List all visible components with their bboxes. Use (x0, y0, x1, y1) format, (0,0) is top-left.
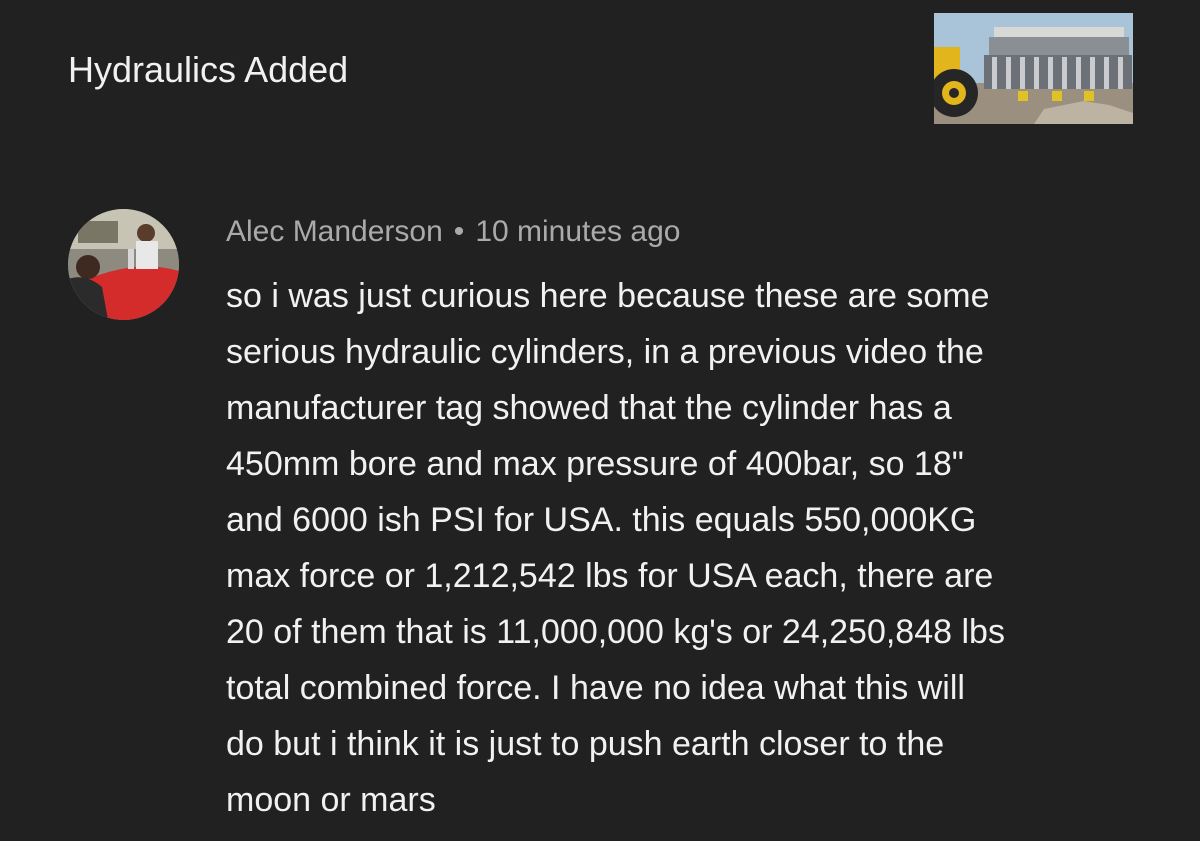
avatar[interactable] (68, 209, 179, 320)
comment-text-line: manufacturer tag showed that the cylinde… (226, 389, 952, 427)
comment-author[interactable]: Alec Manderson (226, 215, 443, 248)
comment-text-line: serious hydraulic cylinders, in a previo… (226, 333, 984, 371)
comment-text-line: moon or mars (226, 781, 436, 819)
hydraulic-structure-thumbnail-icon (934, 13, 1133, 124)
comment-timestamp[interactable]: 10 minutes ago (475, 215, 680, 248)
video-thumbnail[interactable] (934, 13, 1133, 124)
comment-text-line: max force or 1,212,542 lbs for USA each,… (226, 557, 994, 595)
comment-text: so i was just curious here because these… (226, 268, 1166, 828)
comment-text-line: so i was just curious here because these… (226, 277, 990, 315)
comment-text-line: 450mm bore and max pressure of 400bar, s… (226, 445, 964, 483)
separator-dot: • (453, 215, 465, 248)
comment-text-line: 20 of them that is 11,000,000 kg's or 24… (226, 613, 1005, 651)
video-title[interactable]: Hydraulics Added (68, 48, 348, 92)
comment-text-line: do but i think it is just to push earth … (226, 725, 945, 763)
comment-text-line: and 6000 ish PSI for USA. this equals 55… (226, 501, 977, 539)
comment-text-line: total combined force. I have no idea wha… (226, 669, 965, 707)
user-avatar-photo-icon (68, 209, 179, 320)
comment-header: Alec Manderson • 10 minutes ago (226, 212, 680, 252)
